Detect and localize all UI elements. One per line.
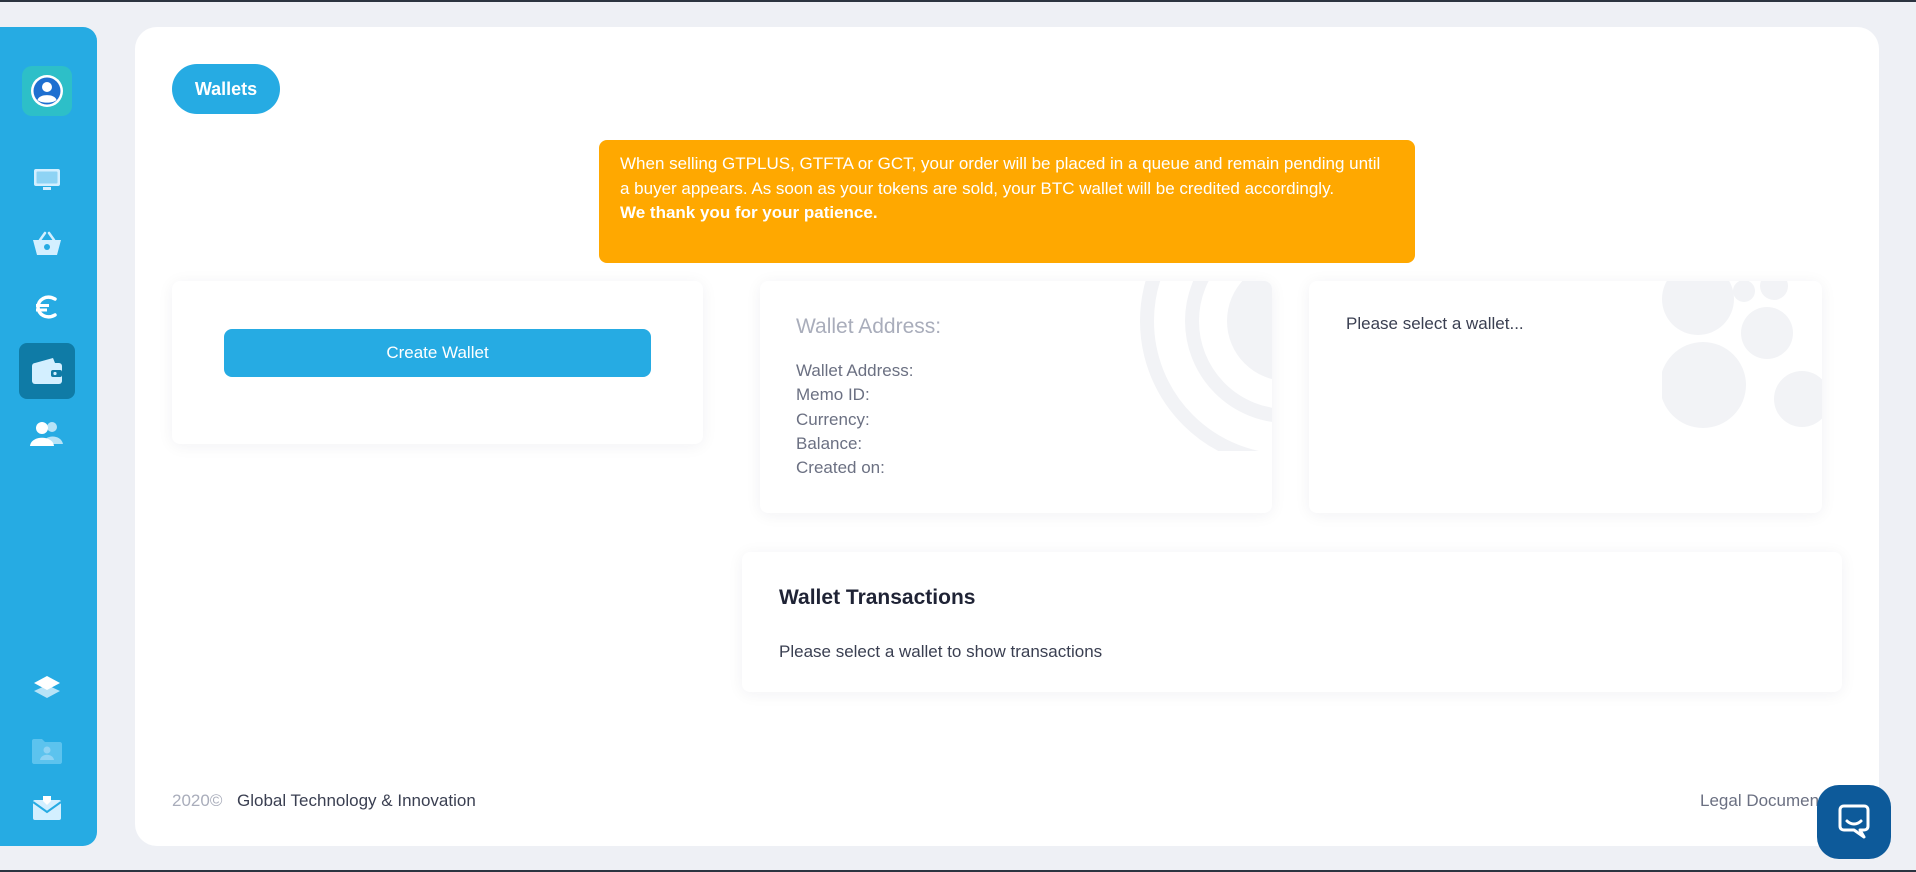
footer-copyright-year: 2020© — [172, 791, 223, 810]
layers-icon — [34, 676, 60, 698]
basket-icon — [33, 231, 61, 255]
memo-id-label: Memo ID: — [796, 385, 870, 405]
wallet-address-label: Wallet Address: — [796, 361, 914, 380]
wallets-tab[interactable]: Wallets — [172, 64, 280, 114]
sidebar-item-currency[interactable] — [19, 279, 75, 335]
create-wallet-button[interactable]: Create Wallet — [224, 329, 651, 377]
decorative-circles — [1140, 281, 1272, 451]
create-wallet-card: Create Wallet — [172, 281, 703, 444]
mail-icon — [32, 796, 62, 820]
sidebar — [0, 27, 97, 846]
sidebar-item-documents[interactable] — [19, 723, 75, 779]
sidebar-item-shop[interactable] — [19, 216, 75, 272]
euro-icon — [36, 295, 57, 319]
wallet-transactions-card: Wallet Transactions Please select a wall… — [742, 552, 1842, 692]
sidebar-item-users[interactable] — [19, 405, 75, 461]
chat-bubble-icon — [1838, 804, 1870, 839]
monitor-icon — [34, 169, 60, 190]
currency-label: Currency: — [796, 409, 870, 429]
select-wallet-message: Please select a wallet... — [1346, 314, 1524, 333]
user-avatar-icon — [31, 75, 63, 107]
top-border — [0, 0, 1916, 2]
sidebar-item-layers[interactable] — [19, 660, 75, 716]
balance-label: Balance: — [796, 433, 863, 453]
wallet-select-card: Please select a wallet... — [1309, 281, 1822, 513]
selling-notice: When selling GTPLUS, GTFTA or GCT, your … — [599, 140, 1415, 263]
wallet-address-title: Wallet Address: — [796, 315, 942, 338]
sidebar-item-messages[interactable] — [19, 780, 75, 836]
transactions-empty-message: Please select a wallet to show transacti… — [779, 642, 1103, 661]
wallet-address-card: Wallet Address: Wallet Address: Memo ID:… — [760, 281, 1272, 513]
notice-text: When selling GTPLUS, GTFTA or GCT, your … — [620, 154, 1381, 198]
wallet-icon — [32, 358, 62, 384]
decorative-bubbles — [1662, 281, 1822, 428]
chat-support-button[interactable] — [1817, 785, 1891, 859]
transactions-title: Wallet Transactions — [779, 586, 976, 609]
sidebar-item-wallets[interactable] — [19, 343, 75, 399]
users-icon — [30, 422, 63, 446]
main-panel: Wallets When selling GTPLUS, GTFTA or GC… — [135, 27, 1879, 846]
notice-thanks: We thank you for your patience. — [620, 203, 878, 222]
sidebar-item-dashboard[interactable] — [19, 152, 75, 208]
user-avatar[interactable] — [22, 66, 72, 116]
footer-company-name: Global Technology & Innovation — [237, 791, 476, 810]
created-on-label: Created on: — [796, 458, 885, 478]
wallet-details-list: Wallet Address: Memo ID: Currency: Balan… — [796, 359, 913, 480]
folder-user-icon — [32, 739, 62, 764]
